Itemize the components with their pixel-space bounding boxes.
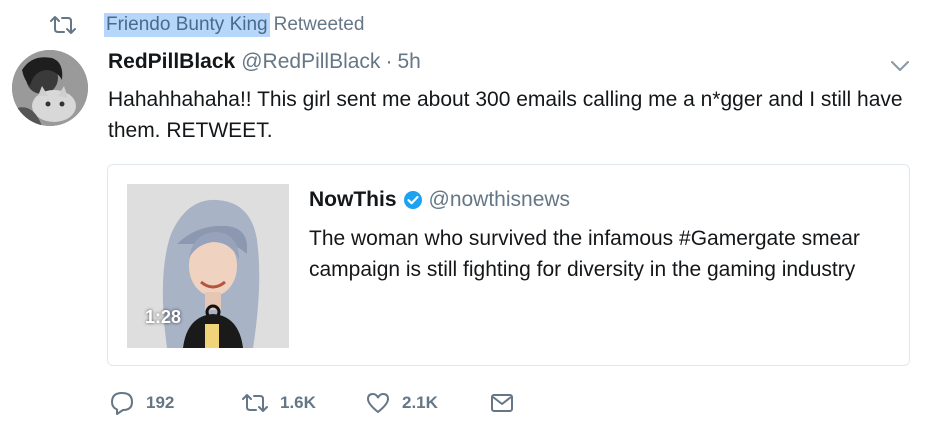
reply-count: 192 bbox=[146, 393, 175, 412]
retweet-icon bbox=[48, 14, 78, 36]
avatar[interactable] bbox=[12, 50, 88, 126]
more-options-chevron-icon[interactable] bbox=[888, 56, 912, 76]
retweet-count: 1.6K bbox=[280, 393, 316, 412]
like-count: 2.1K bbox=[402, 393, 438, 412]
author-handle[interactable]: @RedPillBlack bbox=[241, 50, 380, 74]
video-thumbnail[interactable]: 1:28 bbox=[127, 184, 289, 348]
quoted-tweet-text: The woman who survived the infamous #Gam… bbox=[309, 227, 860, 281]
video-duration: 1:28 bbox=[145, 307, 182, 327]
reply-button[interactable]: 192 bbox=[108, 389, 240, 417]
author-name[interactable]: RedPillBlack bbox=[108, 50, 235, 74]
quoted-tweet-header: NowThis @nowthisnews bbox=[309, 188, 570, 212]
retweet-button[interactable]: 1.6K bbox=[240, 389, 364, 417]
tweet-timestamp[interactable]: 5h bbox=[397, 50, 420, 74]
retweet-icon bbox=[240, 389, 270, 417]
tweet-header: RedPillBlack @RedPillBlack · 5h bbox=[108, 50, 421, 74]
separator-dot: · bbox=[385, 50, 393, 73]
tweet-actions: 192 1.6K 2.1K bbox=[108, 386, 516, 420]
tweet-text: Hahahhahaha!! This girl sent me about 30… bbox=[108, 88, 903, 142]
reply-icon bbox=[108, 389, 136, 417]
quoted-tweet-card[interactable]: 1:28 NowThis @nowthisnews The woman who … bbox=[107, 164, 910, 366]
envelope-icon bbox=[488, 389, 516, 417]
avatar-image bbox=[12, 50, 88, 126]
heart-icon bbox=[364, 389, 392, 417]
direct-message-button[interactable] bbox=[488, 389, 516, 417]
verified-badge-icon bbox=[403, 191, 422, 209]
retweet-context: Friendo Bunty King Retweeted bbox=[48, 12, 364, 38]
retweeted-label: Retweeted bbox=[273, 14, 365, 35]
quoted-author-name[interactable]: NowThis bbox=[309, 188, 397, 212]
quoted-author-handle[interactable]: @nowthisnews bbox=[429, 188, 571, 212]
like-button[interactable]: 2.1K bbox=[364, 389, 488, 417]
retweeter-name-link[interactable]: Friendo Bunty King bbox=[104, 13, 270, 37]
